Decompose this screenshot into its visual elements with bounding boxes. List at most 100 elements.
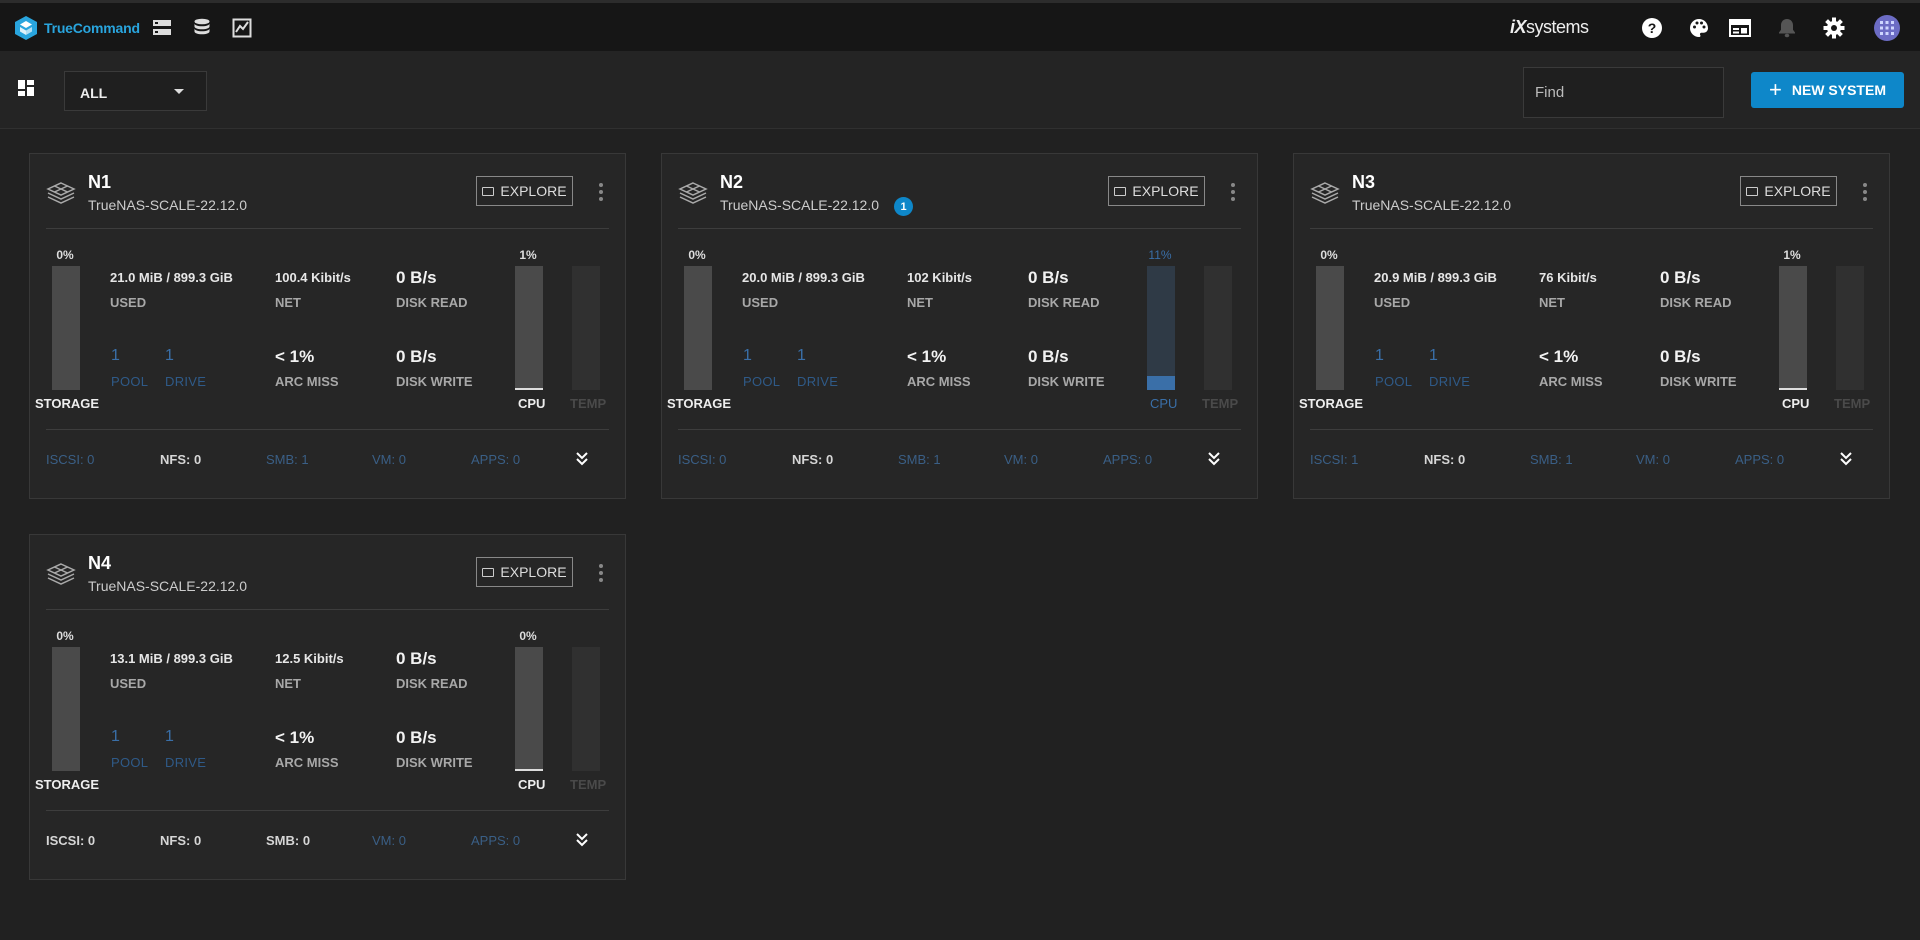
nfs-count[interactable]: NFS: 0 [160, 833, 201, 848]
explore-button[interactable]: EXPLORE [476, 557, 573, 587]
pool-count-link[interactable]: 1 [111, 728, 120, 746]
vm-count[interactable]: VM: 0 [372, 833, 406, 848]
iscsi-count[interactable]: ISCSI: 0 [46, 833, 95, 848]
database-icon[interactable] [190, 16, 214, 40]
vm-count[interactable]: VM: 0 [1004, 452, 1038, 467]
divider [46, 228, 609, 229]
used-label: USED [110, 676, 147, 691]
layout-grid-icon[interactable] [18, 80, 34, 101]
smb-count[interactable]: SMB: 1 [898, 452, 941, 467]
net-value: 100.4 Kibit/s [275, 270, 351, 285]
new-system-button[interactable]: + NEW SYSTEM [1751, 72, 1904, 108]
ixsystems-logo-mark: iX [1510, 17, 1527, 37]
help-icon[interactable]: ? [1640, 16, 1664, 40]
pool-label[interactable]: POOL [111, 755, 148, 770]
more-options-icon[interactable] [599, 564, 603, 582]
reports-icon[interactable] [230, 16, 254, 40]
disk-write-value: 0 B/s [1028, 347, 1069, 366]
drive-count-link[interactable]: 1 [1429, 347, 1438, 365]
pool-label[interactable]: POOL [743, 374, 780, 389]
disk-write-label: DISK WRITE [396, 755, 473, 770]
palette-icon[interactable] [1687, 16, 1711, 40]
cpu-label: CPU [1150, 396, 1178, 411]
apps-count[interactable]: APPS: 0 [1735, 452, 1784, 467]
pool-count-link[interactable]: 1 [743, 347, 752, 365]
chevron-down-icon [174, 89, 184, 94]
truenas-system-icon [46, 563, 76, 585]
plus-icon: + [1769, 77, 1782, 102]
drive-label[interactable]: DRIVE [1429, 374, 1470, 389]
explore-button[interactable]: EXPLORE [1740, 176, 1837, 206]
iscsi-count[interactable]: ISCSI: 1 [1310, 452, 1358, 467]
system-card: N4 TrueNAS-SCALE-22.12.0 EXPLORE 0% STOR… [29, 534, 626, 880]
net-label: NET [907, 295, 933, 310]
pool-label[interactable]: POOL [1375, 374, 1412, 389]
drive-label[interactable]: DRIVE [797, 374, 838, 389]
cpu-bar [1779, 266, 1807, 390]
vm-count[interactable]: VM: 0 [1636, 452, 1670, 467]
smb-count[interactable]: SMB: 0 [266, 833, 310, 848]
dashboard-icon[interactable] [1728, 16, 1752, 40]
drive-count-link[interactable]: 1 [165, 728, 174, 746]
system-name[interactable]: N3 [1352, 172, 1375, 193]
explore-label: EXPLORE [1764, 183, 1831, 199]
folder-icon [1114, 186, 1127, 196]
more-options-icon[interactable] [1231, 183, 1235, 201]
alert-count-badge[interactable]: 1 [894, 197, 913, 216]
smb-count[interactable]: SMB: 1 [1530, 452, 1573, 467]
divider [1310, 429, 1873, 430]
systems-icon[interactable] [150, 16, 174, 40]
storage-bar [684, 266, 712, 390]
pool-count-link[interactable]: 1 [111, 347, 120, 365]
explore-button[interactable]: EXPLORE [1108, 176, 1205, 206]
more-options-icon[interactable] [1863, 183, 1867, 201]
find-input[interactable] [1523, 67, 1724, 118]
drive-label[interactable]: DRIVE [165, 374, 206, 389]
used-label: USED [1374, 295, 1411, 310]
system-name[interactable]: N4 [88, 553, 111, 574]
expand-chevron-icon[interactable] [576, 833, 588, 847]
iscsi-count[interactable]: ISCSI: 0 [678, 452, 726, 467]
cpu-percent: 1% [1783, 248, 1801, 262]
nfs-count[interactable]: NFS: 0 [160, 452, 201, 467]
apps-count[interactable]: APPS: 0 [1103, 452, 1152, 467]
settings-icon[interactable] [1822, 16, 1846, 40]
explore-button[interactable]: EXPLORE [476, 176, 573, 206]
more-options-icon[interactable] [599, 183, 603, 201]
user-avatar-icon[interactable] [1873, 14, 1901, 42]
system-filter-select[interactable]: ALL [64, 71, 207, 111]
cpu-bar [515, 647, 543, 771]
apps-count[interactable]: APPS: 0 [471, 452, 520, 467]
arc-miss-label: ARC MISS [275, 755, 339, 770]
apps-count[interactable]: APPS: 0 [471, 833, 520, 848]
expand-chevron-icon[interactable] [576, 452, 588, 466]
system-name[interactable]: N2 [720, 172, 743, 193]
notifications-icon[interactable] [1775, 16, 1799, 40]
iscsi-count[interactable]: ISCSI: 0 [46, 452, 94, 467]
nfs-count[interactable]: NFS: 0 [792, 452, 833, 467]
divider [46, 810, 609, 811]
expand-chevron-icon[interactable] [1840, 452, 1852, 466]
arc-miss-value: < 1% [1539, 347, 1579, 366]
system-name[interactable]: N1 [88, 172, 111, 193]
ixsystems-logo: iXsystems [1510, 17, 1589, 38]
pool-label[interactable]: POOL [111, 374, 148, 389]
temp-label: TEMP [1202, 396, 1239, 411]
drive-label[interactable]: DRIVE [165, 755, 206, 770]
pool-count-link[interactable]: 1 [1375, 347, 1384, 365]
disk-read-label: DISK READ [1660, 295, 1732, 310]
net-value: 102 Kibit/s [907, 270, 973, 285]
expand-chevron-icon[interactable] [1208, 452, 1220, 466]
smb-count[interactable]: SMB: 1 [266, 452, 309, 467]
net-value: 12.5 Kibit/s [275, 651, 344, 666]
net-label: NET [275, 295, 301, 310]
system-version: TrueNAS-SCALE-22.12.0 [720, 197, 879, 213]
drive-count-link[interactable]: 1 [165, 347, 174, 365]
nfs-count[interactable]: NFS: 0 [1424, 452, 1465, 467]
arc-miss-value: < 1% [275, 347, 315, 366]
drive-count-link[interactable]: 1 [797, 347, 806, 365]
truecommand-logo[interactable]: TrueCommand [14, 15, 140, 41]
cpu-bar-fill [1147, 376, 1175, 390]
vm-count[interactable]: VM: 0 [372, 452, 406, 467]
net-label: NET [1539, 295, 1565, 310]
